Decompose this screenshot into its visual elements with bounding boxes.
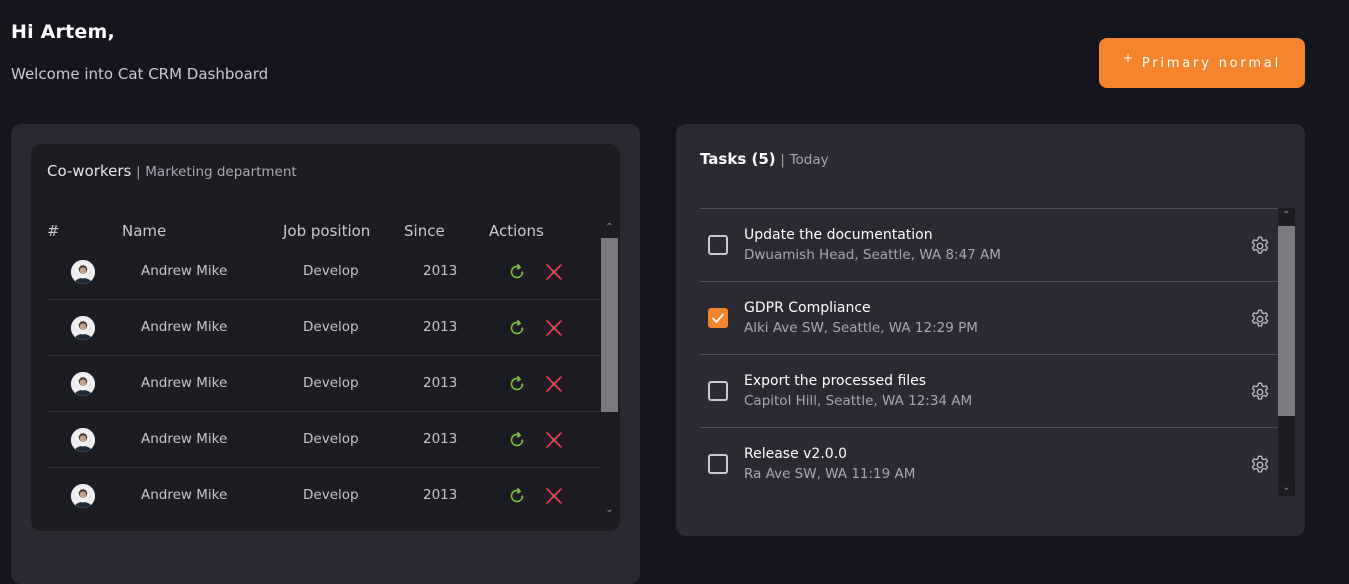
- task-checkbox[interactable]: [708, 381, 728, 401]
- refresh-icon[interactable]: [508, 319, 526, 337]
- task-item: GDPR Compliance Alki Ave SW, Seattle, WA …: [700, 282, 1278, 355]
- task-item: Update the documentation Dwuamish Head, S…: [700, 209, 1278, 282]
- task-title: GDPR Compliance: [744, 300, 871, 316]
- check-icon: [712, 313, 724, 323]
- coworker-name: Andrew Mike: [141, 487, 228, 503]
- gear-icon[interactable]: [1249, 235, 1271, 257]
- close-icon[interactable]: [545, 319, 563, 337]
- tasks-scrollbar[interactable]: ⌃ ⌄: [1278, 208, 1295, 496]
- avatar: [71, 484, 95, 508]
- task-location: Dwuamish Head, Seattle, WA 8:47 AM: [744, 247, 1001, 263]
- primary-button[interactable]: + Primary normal: [1099, 38, 1305, 88]
- scroll-down-icon[interactable]: ⌄: [1278, 482, 1295, 494]
- coworker-since: 2013: [423, 487, 458, 503]
- close-icon[interactable]: [545, 375, 563, 393]
- scroll-up-icon[interactable]: ⌃: [1278, 210, 1295, 222]
- task-list: Update the documentation Dwuamish Head, S…: [700, 208, 1278, 501]
- table-row: Andrew Mike Develop 2013: [47, 468, 600, 524]
- avatar: [71, 428, 95, 452]
- gear-icon[interactable]: [1249, 381, 1271, 403]
- title-separator: |: [136, 165, 141, 180]
- column-header-name[interactable]: Name: [122, 222, 166, 240]
- scroll-down-icon[interactable]: ⌄: [601, 504, 618, 516]
- tasks-title: Tasks (5) | Today: [700, 150, 829, 168]
- tasks-subtitle: Today: [789, 152, 829, 168]
- close-icon[interactable]: [545, 263, 563, 281]
- table-row: Andrew Mike Develop 2013: [47, 300, 600, 356]
- column-header-actions: Actions: [489, 222, 544, 240]
- coworkers-title-text: Co-workers: [47, 162, 132, 180]
- coworkers-title: Co-workers | Marketing department: [47, 162, 297, 180]
- avatar: [71, 260, 95, 284]
- gear-icon[interactable]: [1249, 308, 1271, 330]
- scroll-up-icon[interactable]: ⌃: [601, 222, 618, 234]
- coworker-job: Develop: [303, 319, 359, 335]
- task-item: Export the processed files Capitol Hill, …: [700, 355, 1278, 428]
- primary-button-label: Primary normal: [1141, 55, 1281, 71]
- task-location: Capitol Hill, Seattle, WA 12:34 AM: [744, 393, 973, 409]
- greeting: Hi Artem,: [11, 21, 115, 43]
- coworker-job: Develop: [303, 431, 359, 447]
- tasks-title-text: Tasks (5): [700, 150, 776, 168]
- task-checkbox[interactable]: [708, 454, 728, 474]
- column-header-job[interactable]: Job position: [283, 222, 370, 240]
- coworker-name: Andrew Mike: [141, 431, 228, 447]
- scrollbar-thumb[interactable]: [1278, 226, 1295, 416]
- gear-icon[interactable]: [1249, 454, 1271, 476]
- coworker-since: 2013: [423, 319, 458, 335]
- avatar: [71, 316, 95, 340]
- column-header-since[interactable]: Since: [404, 222, 445, 240]
- coworker-since: 2013: [423, 431, 458, 447]
- avatar: [71, 372, 95, 396]
- coworker-since: 2013: [423, 263, 458, 279]
- coworkers-panel: Co-workers | Marketing department # Name…: [11, 124, 640, 584]
- task-checkbox[interactable]: [708, 308, 728, 328]
- coworkers-scrollbar[interactable]: ⌃ ⌄: [601, 222, 618, 516]
- table-row: Andrew Mike Develop 2013: [47, 356, 600, 412]
- task-item: Release v2.0.0 Ra Ave SW, WA 11:19 AM: [700, 428, 1278, 501]
- scrollbar-thumb[interactable]: [601, 238, 618, 412]
- task-location: Alki Ave SW, Seattle, WA 12:29 PM: [744, 320, 978, 336]
- task-title: Export the processed files: [744, 373, 927, 389]
- welcome-text: Welcome into Cat CRM Dashboard: [11, 65, 269, 83]
- task-title: Update the documentation: [744, 227, 933, 243]
- task-checkbox[interactable]: [708, 235, 728, 255]
- table-row: Andrew Mike Develop 2013: [47, 244, 600, 300]
- close-icon[interactable]: [545, 431, 563, 449]
- coworker-name: Andrew Mike: [141, 319, 228, 335]
- title-separator: |: [780, 153, 785, 168]
- table-row: Andrew Mike Develop 2013: [47, 412, 600, 468]
- task-title: Release v2.0.0: [744, 446, 848, 462]
- task-location: Ra Ave SW, WA 11:19 AM: [744, 466, 916, 482]
- refresh-icon[interactable]: [508, 487, 526, 505]
- refresh-icon[interactable]: [508, 263, 526, 281]
- coworker-name: Andrew Mike: [141, 263, 228, 279]
- plus-icon: +: [1123, 51, 1136, 65]
- coworker-job: Develop: [303, 263, 359, 279]
- coworkers-subtitle: Marketing department: [145, 164, 297, 180]
- close-icon[interactable]: [545, 487, 563, 505]
- coworkers-card: Co-workers | Marketing department # Name…: [31, 144, 620, 531]
- coworker-name: Andrew Mike: [141, 375, 228, 391]
- refresh-icon[interactable]: [508, 375, 526, 393]
- coworkers-table-body: Andrew Mike Develop 2013 Andrew Mike Develop…: [47, 244, 600, 524]
- coworker-since: 2013: [423, 375, 458, 391]
- column-header-index: #: [47, 222, 60, 240]
- refresh-icon[interactable]: [508, 431, 526, 449]
- coworker-job: Develop: [303, 487, 359, 503]
- tasks-panel: Tasks (5) | Today Update the documentati…: [676, 124, 1305, 536]
- coworker-job: Develop: [303, 375, 359, 391]
